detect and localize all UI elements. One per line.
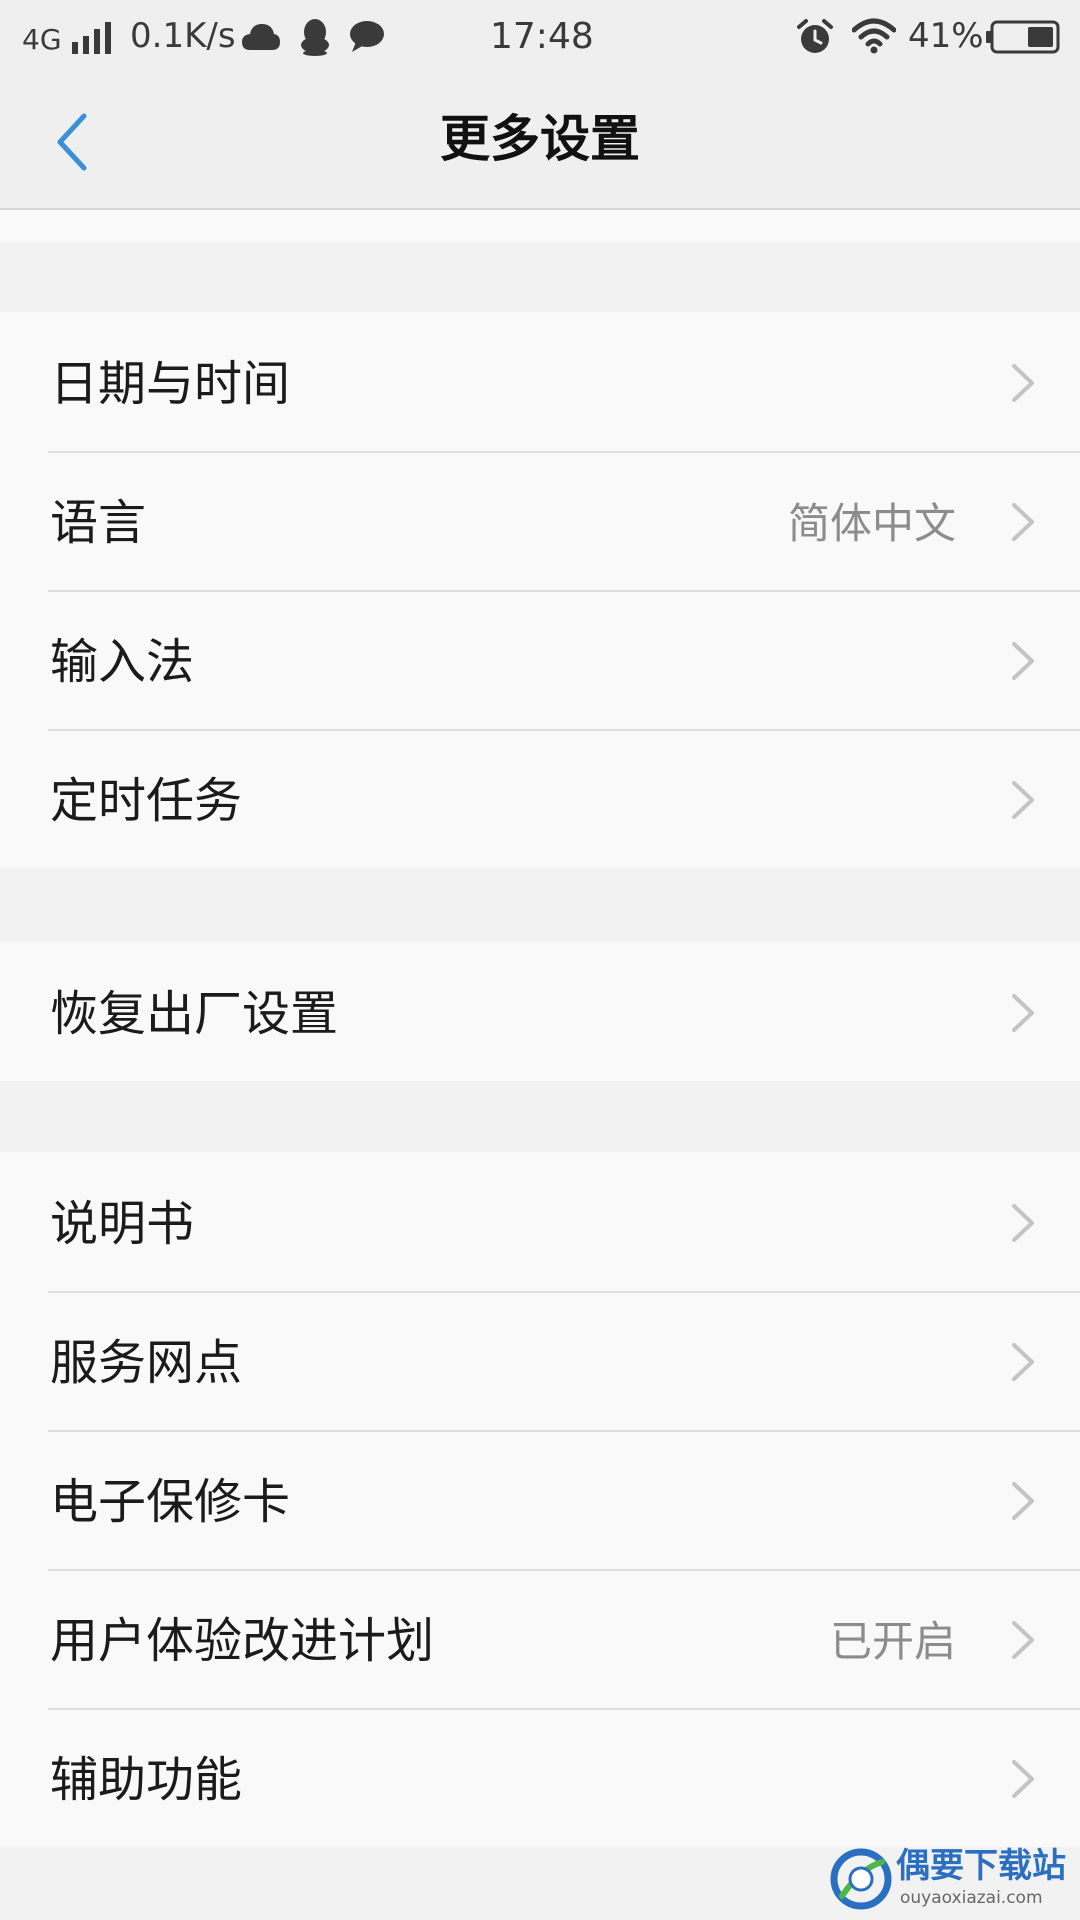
qq-icon — [301, 19, 329, 56]
settings-item-label: 日期与时间 — [50, 356, 291, 412]
settings-item-label: 服务网点 — [50, 1335, 243, 1391]
chevron-right-icon — [1012, 642, 1034, 680]
settings-item-label: 说明书 — [50, 1196, 195, 1252]
chevron-right-icon — [1012, 1343, 1034, 1381]
chevron-right-icon — [1012, 364, 1034, 402]
settings-item-value: 简体中文 — [787, 499, 956, 548]
page-title: 更多设置 — [440, 110, 640, 168]
battery-icon — [986, 20, 1060, 54]
settings-item-label: 语言 — [50, 495, 147, 551]
settings-item-date-time[interactable]: 日期与时间 — [0, 312, 1080, 451]
status-bar: 4G 0.1K/s 17:48 41% — [0, 0, 1080, 76]
watermark-title: 偶要下载站 — [896, 1846, 1066, 1886]
chevron-right-icon — [1012, 1760, 1034, 1798]
chevron-right-icon — [1012, 503, 1034, 541]
settings-item-language[interactable]: 语言 简体中文 — [0, 451, 1080, 590]
settings-group-reset: 恢复出厂设置 — [0, 942, 1080, 1081]
chat-icon — [350, 21, 384, 52]
settings-item-label: 用户体验改进计划 — [50, 1613, 435, 1669]
app-header: 更多设置 — [0, 76, 1080, 210]
watermark: 偶要下载站 ouyaoxiazai.com — [830, 1844, 1070, 1914]
settings-item-label: 恢复出厂设置 — [50, 986, 339, 1042]
chevron-right-icon — [1012, 781, 1034, 819]
settings-item-scheduled-tasks[interactable]: 定时任务 — [0, 729, 1080, 868]
watermark-url: ouyaoxiazai.com — [900, 1888, 1043, 1908]
chevron-right-icon — [1012, 994, 1034, 1032]
wifi-icon — [852, 18, 896, 54]
clock: 17:48 — [490, 16, 594, 57]
settings-item-label: 定时任务 — [50, 773, 243, 829]
settings-item-label: 输入法 — [50, 634, 195, 690]
chevron-right-icon — [1012, 1621, 1034, 1659]
settings-item-service-points[interactable]: 服务网点 — [0, 1291, 1080, 1430]
watermark-logo-icon — [830, 1848, 892, 1910]
settings-item-label: 辅助功能 — [50, 1752, 243, 1808]
settings-group-general: 日期与时间 语言 简体中文 输入法 定时任务 — [0, 312, 1080, 868]
settings-item-e-warranty[interactable]: 电子保修卡 — [0, 1430, 1080, 1569]
settings-item-user-experience-program[interactable]: 用户体验改进计划 已开启 — [0, 1569, 1080, 1708]
battery-percent: 41% — [908, 16, 984, 56]
network-speed: 0.1K/s — [130, 16, 236, 56]
settings-item-value: 已开启 — [829, 1617, 956, 1666]
alarm-icon — [797, 19, 833, 53]
signal-icon — [72, 22, 111, 54]
settings-item-accessibility[interactable]: 辅助功能 — [0, 1708, 1080, 1847]
settings-item-label: 电子保修卡 — [50, 1474, 291, 1530]
chevron-right-icon — [1012, 1204, 1034, 1242]
settings-group-help: 说明书 服务网点 电子保修卡 用户体验改进计划 已开启 辅助功能 — [0, 1152, 1080, 1847]
settings-item-manual[interactable]: 说明书 — [0, 1152, 1080, 1291]
settings-item-input-method[interactable]: 输入法 — [0, 590, 1080, 729]
settings-item-factory-reset[interactable]: 恢复出厂设置 — [0, 942, 1080, 1081]
chevron-right-icon — [1012, 1482, 1034, 1520]
cloud-icon — [242, 24, 280, 50]
top-divider-strip — [0, 210, 1080, 242]
network-type: 4G — [22, 23, 62, 56]
